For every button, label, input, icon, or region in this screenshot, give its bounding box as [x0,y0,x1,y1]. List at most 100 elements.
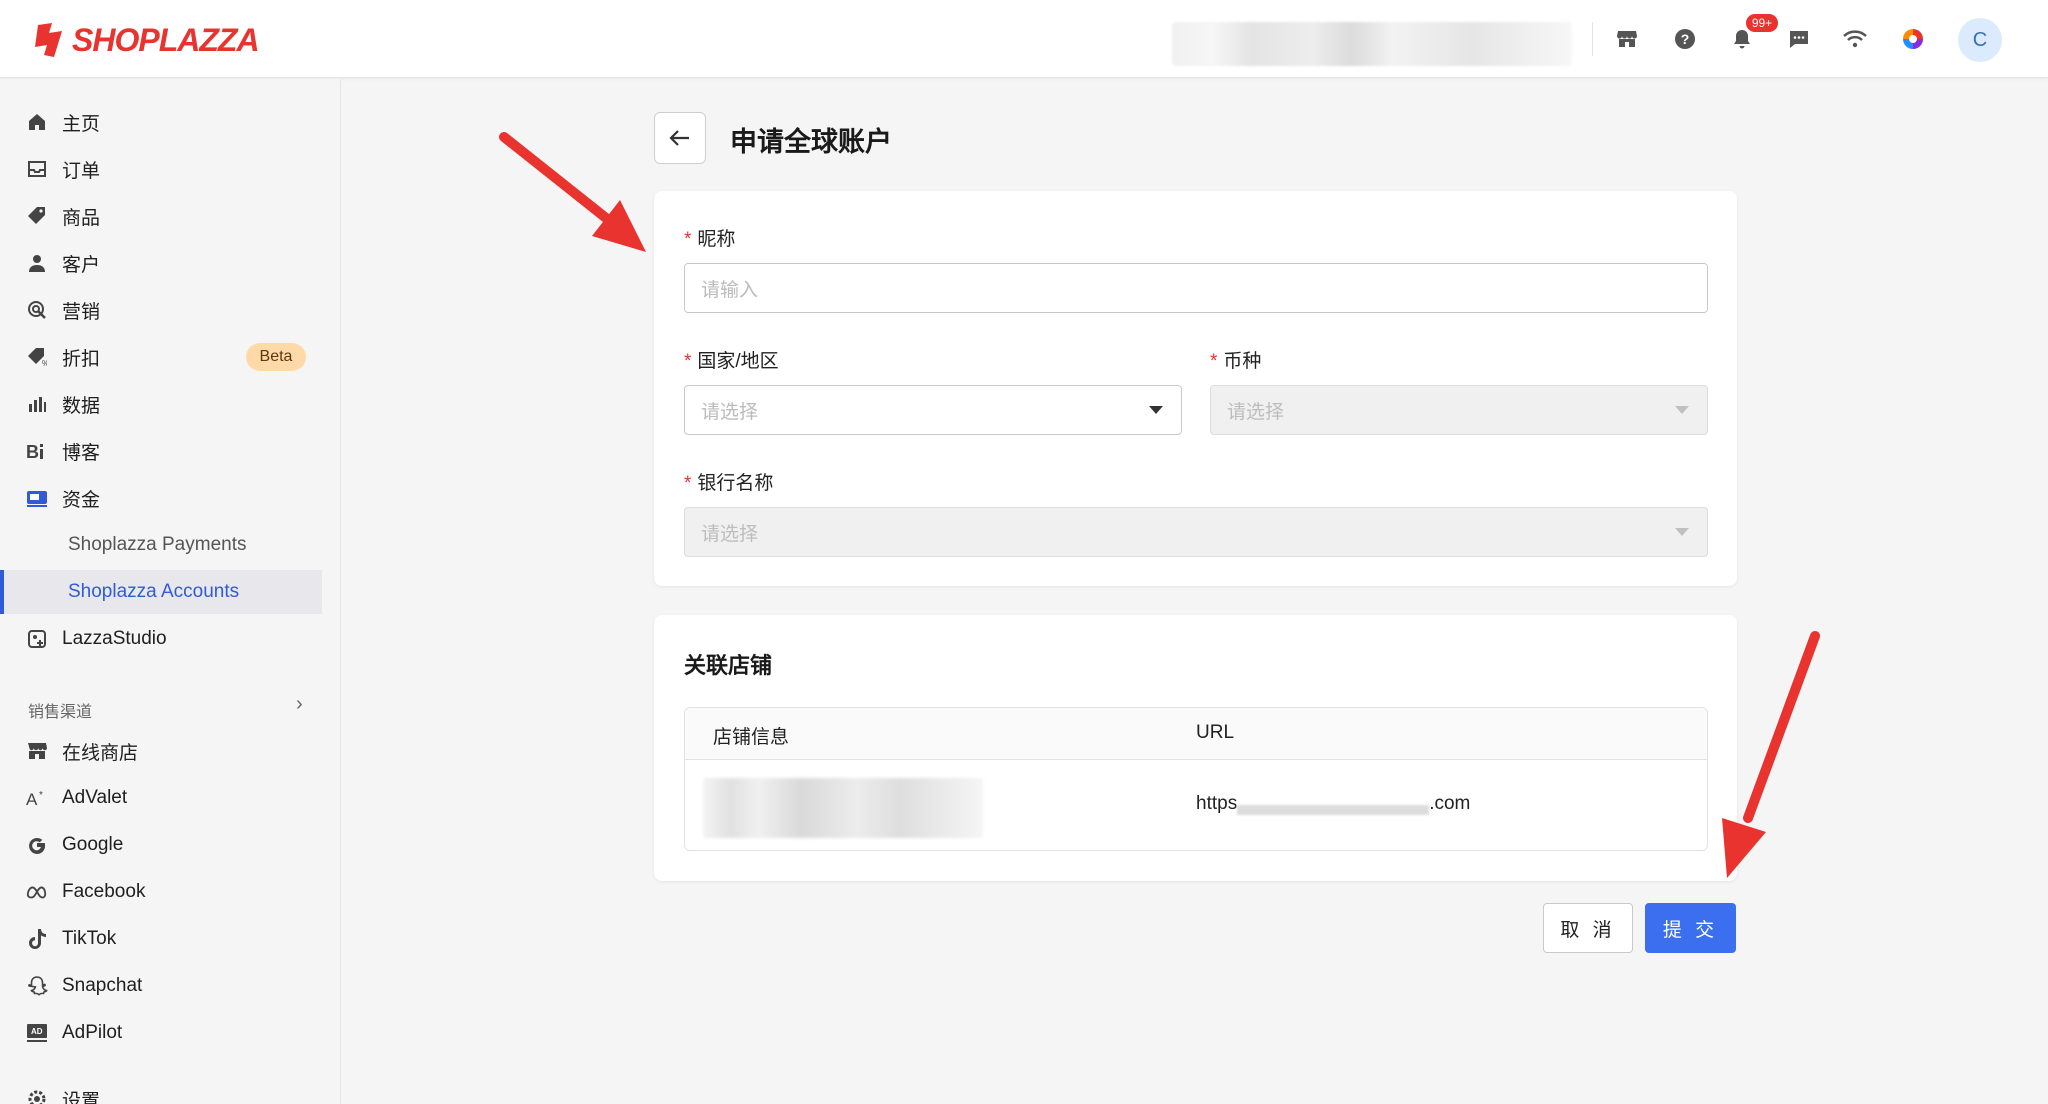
bank-select[interactable]: 请选择 [684,507,1708,557]
sidebar-item-facebook[interactable]: Facebook [0,870,322,914]
linked-store-table: 店铺信息 URL https .com [684,707,1708,851]
blurred-store-info [703,778,983,838]
svg-text:*: * [39,790,43,801]
user-avatar[interactable]: C [1958,18,2002,62]
currency-select[interactable]: 请选择 [1210,385,1708,435]
color-wheel-icon[interactable] [1898,24,1928,54]
blurred-store-selector[interactable] [1172,22,1572,66]
required-marker: * [684,473,692,494]
caret-down-icon [1149,406,1163,414]
sidebar-item-adpilot[interactable]: AD AdPilot [0,1011,322,1055]
svg-text:B: B [26,442,39,461]
store-icon[interactable] [1612,24,1642,54]
sidebar-subitem-shoplazza-accounts[interactable]: Shoplazza Accounts [0,570,322,614]
required-marker: * [1210,351,1218,372]
required-marker: * [684,351,692,372]
cancel-button[interactable]: 取 消 [1543,903,1633,953]
page-title: 申请全球账户 [730,127,892,157]
nickname-input[interactable]: 请输入 [684,263,1708,313]
sidebar-item-products[interactable]: 商品 [0,194,322,238]
currency-placeholder: 请选择 [1227,401,1285,423]
advalet-icon: A * [26,787,48,809]
sidebar-item-label: Snapchat [62,975,143,996]
sidebar-item-label: 主页 [62,113,101,135]
column-url: URL [1196,722,1235,743]
sidebar-item-label: Google [62,834,124,855]
sidebar-item-finance[interactable]: 资金 [0,476,322,520]
svg-text:?: ? [1681,31,1690,47]
person-icon [26,252,48,274]
sidebar-item-advalet[interactable]: A * AdValet [0,776,322,820]
blurred-url-segment [1237,805,1430,815]
sidebar-subitem-label: Shoplazza Payments [68,534,247,555]
chevron-right-icon[interactable]: › [296,693,303,716]
currency-label: * 币种 [1210,351,1262,372]
sidebar-item-lazzastudio[interactable]: LazzaStudio [0,617,322,661]
table-header: 店铺信息 URL [685,708,1707,760]
required-marker: * [684,229,692,250]
wallet-icon [26,487,48,509]
sidebar-item-orders[interactable]: 订单 [0,147,322,191]
country-select[interactable]: 请选择 [684,385,1182,435]
sidebar-item-online-store[interactable]: 在线商店 [0,729,322,773]
sidebar-item-home[interactable]: 主页 [0,100,322,144]
meta-icon [26,881,48,903]
sidebar-item-blog[interactable]: B 博客 [0,429,322,473]
caret-down-icon [1675,406,1689,414]
back-button[interactable] [654,112,706,164]
logo-text: SHOPLAZZA [72,21,260,58]
submit-button[interactable]: 提 交 [1645,903,1736,953]
sidebar-item-label: 设置 [62,1090,101,1104]
sidebar-item-label: 博客 [62,442,101,464]
nickname-label: * 昵称 [684,229,736,250]
country-placeholder: 请选择 [701,401,759,423]
home-icon [26,111,48,133]
sidebar-item-label: LazzaStudio [62,628,167,649]
sidebar-item-customers[interactable]: 客户 [0,241,322,285]
active-indicator [0,570,4,614]
sidebar-subitem-shoplazza-payments[interactable]: Shoplazza Payments [0,523,322,567]
google-icon [26,834,48,856]
help-icon[interactable]: ? [1670,24,1700,54]
column-store-info: 店铺信息 [713,727,790,748]
store-icon [26,740,48,762]
sidebar-item-google[interactable]: Google [0,823,322,867]
header-divider [1592,22,1593,56]
chat-icon[interactable] [1784,24,1814,54]
sidebar-item-analytics[interactable]: 数据 [0,382,322,426]
beta-badge: Beta [246,343,306,371]
sales-channels-label: 销售渠道 [28,704,93,721]
gear-icon [26,1088,48,1104]
sidebar-item-label: Facebook [62,881,146,902]
sidebar-item-label: AdPilot [62,1022,123,1043]
wifi-icon[interactable] [1840,24,1870,54]
tag-icon [26,205,48,227]
sidebar-item-tiktok[interactable]: TikTok [0,917,322,961]
top-header: SHOPLAZZA ? 99+ C [0,0,2048,78]
nickname-placeholder: 请输入 [701,279,759,301]
sidebar-item-label: 在线商店 [62,742,139,764]
country-label: * 国家/地区 [684,351,779,372]
shoplazza-logo[interactable]: SHOPLAZZA [32,20,260,60]
arrow-to-nickname [499,132,646,252]
svg-text:A: A [26,790,38,808]
sidebar-item-label: 客户 [62,254,101,276]
sidebar-item-snapchat[interactable]: Snapchat [0,964,322,1008]
sidebar-item-settings[interactable]: 设置 [0,1077,322,1104]
sidebar: 主页 订单 商品 客户 营销 % 折扣 Beta 数据 B 博客 资金 Shop… [0,79,341,1104]
sidebar-item-label: 资金 [62,489,101,511]
tiktok-icon [26,928,48,950]
svg-text:%: % [42,359,47,367]
sidebar-item-label: 折扣 [62,348,101,370]
inbox-icon [26,158,48,180]
snapchat-icon [26,975,48,997]
notification-badge: 99+ [1746,14,1778,32]
linked-store-title: 关联店铺 [684,653,773,678]
target-icon [26,299,48,321]
bar-chart-icon [26,393,48,415]
store-url[interactable]: https .com [1196,793,1470,815]
svg-text:AD: AD [31,1027,43,1036]
sidebar-item-label: TikTok [62,928,117,949]
sidebar-item-marketing[interactable]: 营销 [0,288,322,332]
sidebar-subitem-label: Shoplazza Accounts [68,581,240,602]
